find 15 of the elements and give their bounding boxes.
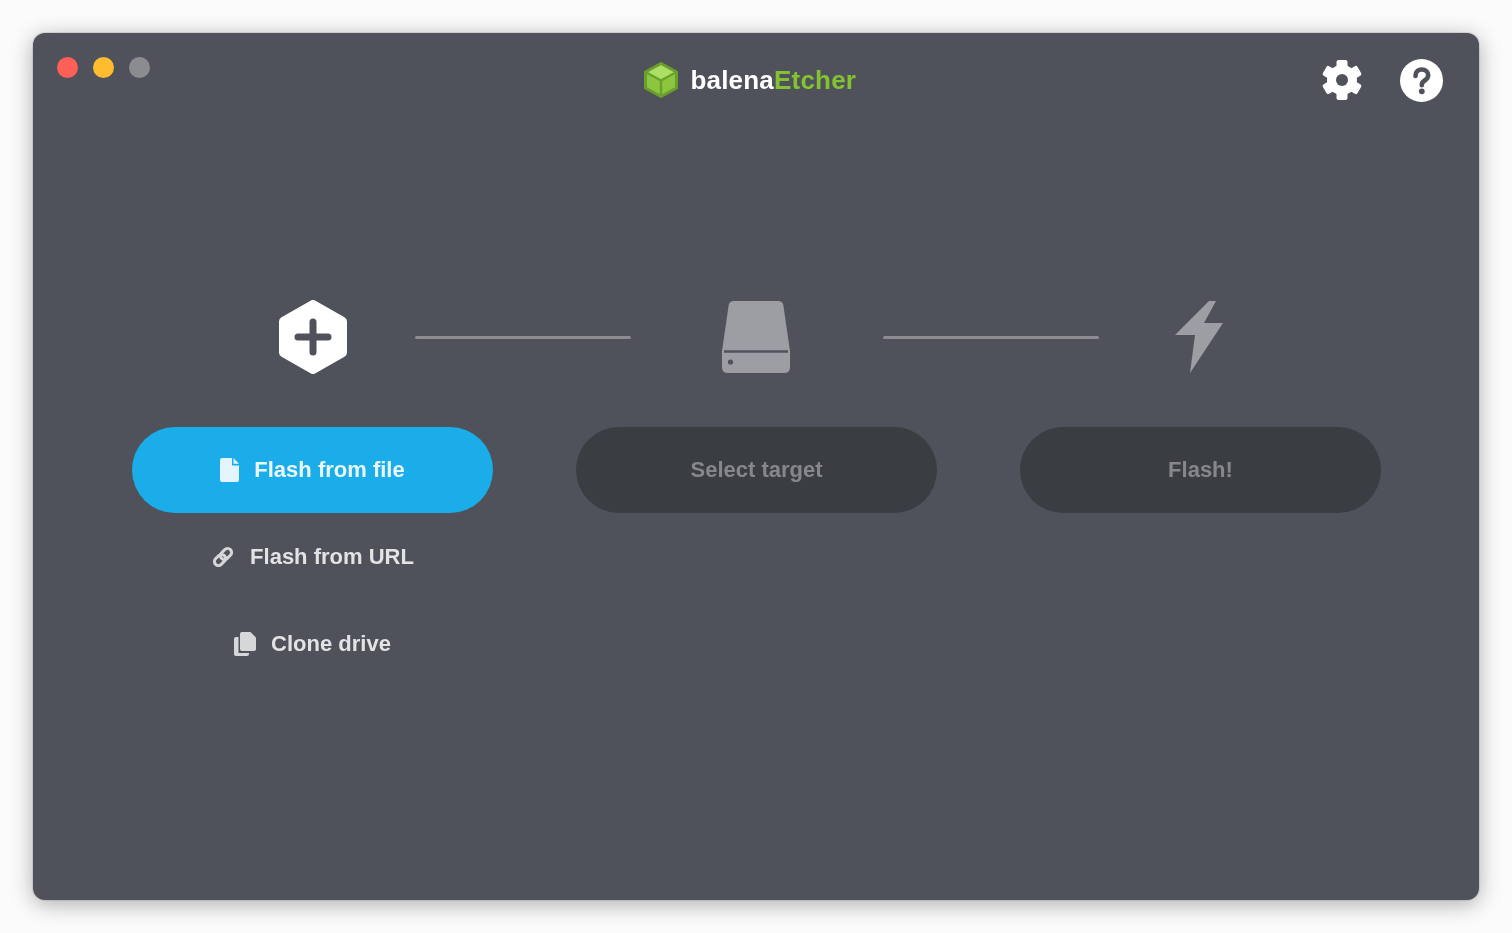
copy-icon	[234, 632, 257, 656]
lightning-bolt-icon	[1173, 301, 1223, 373]
cube-logo-icon	[643, 61, 680, 99]
app-logo-text: balenaEtcher	[690, 64, 857, 96]
source-option-link[interactable]: Flash from URL	[211, 544, 414, 570]
step-button[interactable]: Flash from file	[132, 427, 493, 513]
close-dot[interactable]	[56, 56, 78, 78]
plus-hexagon-icon	[279, 300, 347, 374]
source-option-link[interactable]: Clone drive	[234, 631, 391, 657]
drive-icon	[722, 301, 790, 373]
link-icon	[211, 545, 236, 569]
file-icon	[220, 458, 240, 482]
help-icon[interactable]	[1400, 58, 1443, 102]
minimize-dot[interactable]	[92, 56, 114, 78]
settings-icon[interactable]	[1321, 59, 1363, 101]
